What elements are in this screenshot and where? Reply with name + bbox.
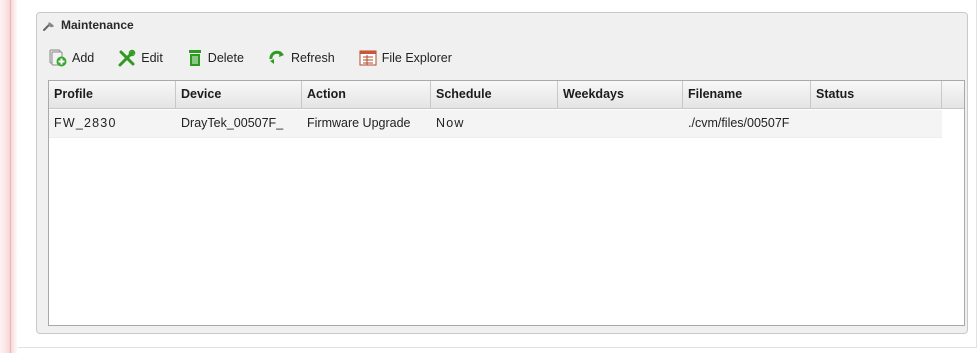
column-header-status[interactable]: Status xyxy=(811,81,942,108)
wrench-icon xyxy=(43,19,57,31)
file-explorer-icon xyxy=(359,50,377,66)
cell-action: Firmware Upgrade xyxy=(307,116,411,130)
side-divider-line xyxy=(10,0,11,353)
column-header-weekdays[interactable]: Weekdays xyxy=(558,81,683,108)
trash-icon xyxy=(187,49,203,67)
column-header-device[interactable]: Device xyxy=(176,81,302,108)
cell-profile: FW_2830 xyxy=(54,116,117,130)
add-icon xyxy=(49,49,67,67)
file-explorer-label: File Explorer xyxy=(381,51,452,65)
profile-table: Profile Device Action Schedule Weekdays … xyxy=(48,80,965,326)
table-header: Profile Device Action Schedule Weekdays … xyxy=(49,81,964,109)
cell-status xyxy=(811,110,942,137)
edit-button[interactable]: Edit xyxy=(118,47,163,69)
refresh-label: Refresh xyxy=(290,51,335,65)
column-header-profile[interactable]: Profile xyxy=(49,81,176,108)
cell-weekdays xyxy=(558,110,683,137)
refresh-icon xyxy=(268,50,286,66)
edit-tools-icon xyxy=(118,49,136,67)
file-explorer-button[interactable]: File Explorer xyxy=(359,47,452,69)
add-label: Add xyxy=(72,51,95,65)
column-header-filename[interactable]: Filename xyxy=(683,81,811,108)
column-header-action[interactable]: Action xyxy=(302,81,431,108)
delete-label: Delete xyxy=(207,51,244,65)
delete-button[interactable]: Delete xyxy=(187,47,244,69)
cell-filename: ./cvm/files/00507F xyxy=(688,116,790,130)
add-button[interactable]: Add xyxy=(49,47,94,69)
edit-label: Edit xyxy=(141,51,163,65)
toolbar: Add Edit Delete Refresh File Explorer xyxy=(49,47,476,69)
panel-title: Maintenance xyxy=(61,18,134,32)
refresh-button[interactable]: Refresh xyxy=(268,47,335,69)
side-gradient-strip xyxy=(0,0,18,353)
panel-header: Maintenance xyxy=(43,16,134,34)
table-row[interactable]: FW_2830 DrayTek_00507F_ Firmware Upgrade… xyxy=(49,110,942,138)
table-scrollbar-gutter xyxy=(942,109,964,325)
cell-device: DrayTek_00507F_ xyxy=(181,116,284,130)
cell-schedule: Now xyxy=(436,116,465,130)
column-header-schedule[interactable]: Schedule xyxy=(431,81,558,108)
